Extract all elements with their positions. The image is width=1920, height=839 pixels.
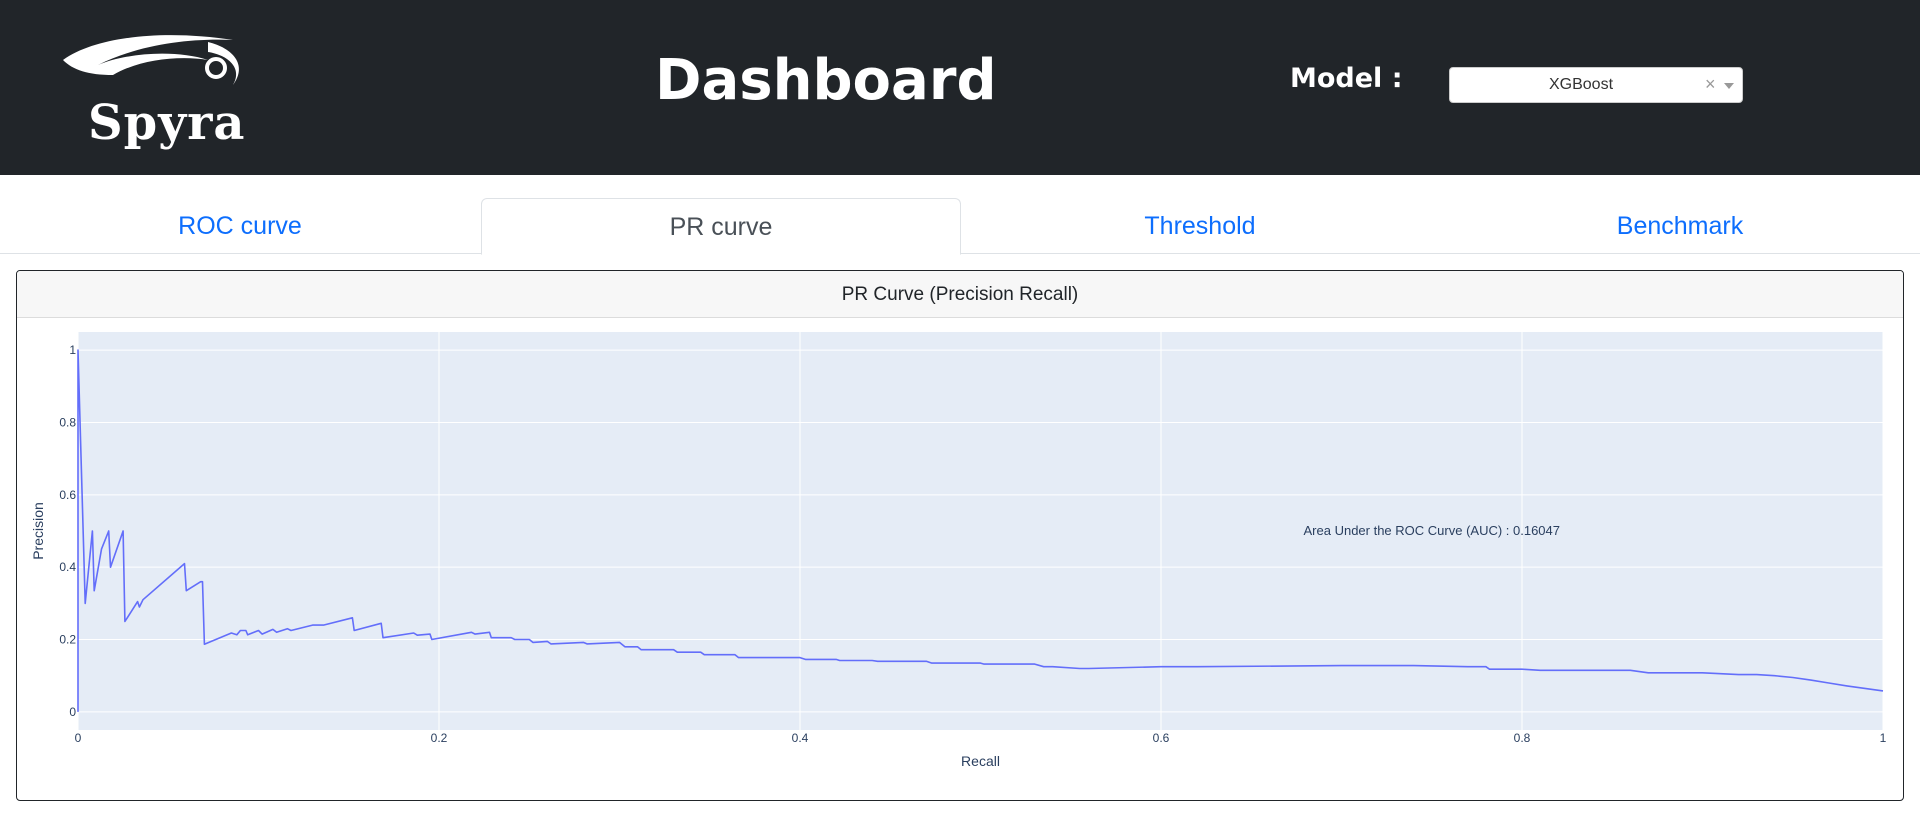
model-select[interactable]: XGBoost × bbox=[1449, 67, 1743, 103]
pr-curve-chart[interactable]: 0 0.2 0.4 0.6 0.8 1 0 0.2 0.4 0.6 0.8 1 Recall Precis… bbox=[17, 318, 1903, 800]
y-tick-label: 0.2 bbox=[59, 633, 76, 647]
y-axis-title: Precision bbox=[30, 502, 46, 560]
y-tick-label: 0.4 bbox=[59, 560, 76, 574]
y-tick-label: 0.8 bbox=[59, 415, 76, 429]
y-tick-label: 1 bbox=[69, 343, 76, 357]
model-label: Model : bbox=[1290, 63, 1403, 94]
x-tick-label: 0.8 bbox=[1514, 731, 1531, 745]
x-tick-label: 1 bbox=[1880, 731, 1887, 745]
model-select-value: XGBoost bbox=[1548, 76, 1614, 93]
tab-threshold[interactable]: Threshold bbox=[960, 198, 1440, 254]
page-title: Dashboard bbox=[655, 48, 997, 113]
auc-annotation: Area Under the ROC Curve (AUC) : 0.16047 bbox=[1304, 523, 1561, 538]
app-header: Spyra Dashboard Model : XGBoost × bbox=[0, 0, 1920, 175]
x-tick-label: 0.4 bbox=[792, 731, 809, 745]
x-tick-label: 0 bbox=[75, 731, 82, 745]
clear-icon[interactable]: × bbox=[1705, 74, 1716, 94]
tab-benchmark[interactable]: Benchmark bbox=[1440, 198, 1920, 254]
chevron-down-icon[interactable] bbox=[1724, 83, 1734, 89]
x-tick-label: 0.2 bbox=[431, 731, 448, 745]
logo-text: Spyra bbox=[88, 95, 246, 151]
chart-card: PR Curve (Precision Recall) 0 0.2 0.4 0.6 0.… bbox=[16, 270, 1904, 801]
card-title: PR Curve (Precision Recall) bbox=[17, 271, 1903, 318]
tab-bar: ROC curve PR curve Threshold Benchmark bbox=[0, 198, 1920, 255]
x-tick-label: 0.6 bbox=[1153, 731, 1170, 745]
x-axis-title: Recall bbox=[961, 753, 1000, 769]
tab-pr-curve[interactable]: PR curve bbox=[481, 198, 961, 255]
y-tick-label: 0.6 bbox=[59, 488, 76, 502]
y-tick-label: 0 bbox=[69, 705, 76, 719]
tab-roc-curve[interactable]: ROC curve bbox=[0, 198, 480, 254]
